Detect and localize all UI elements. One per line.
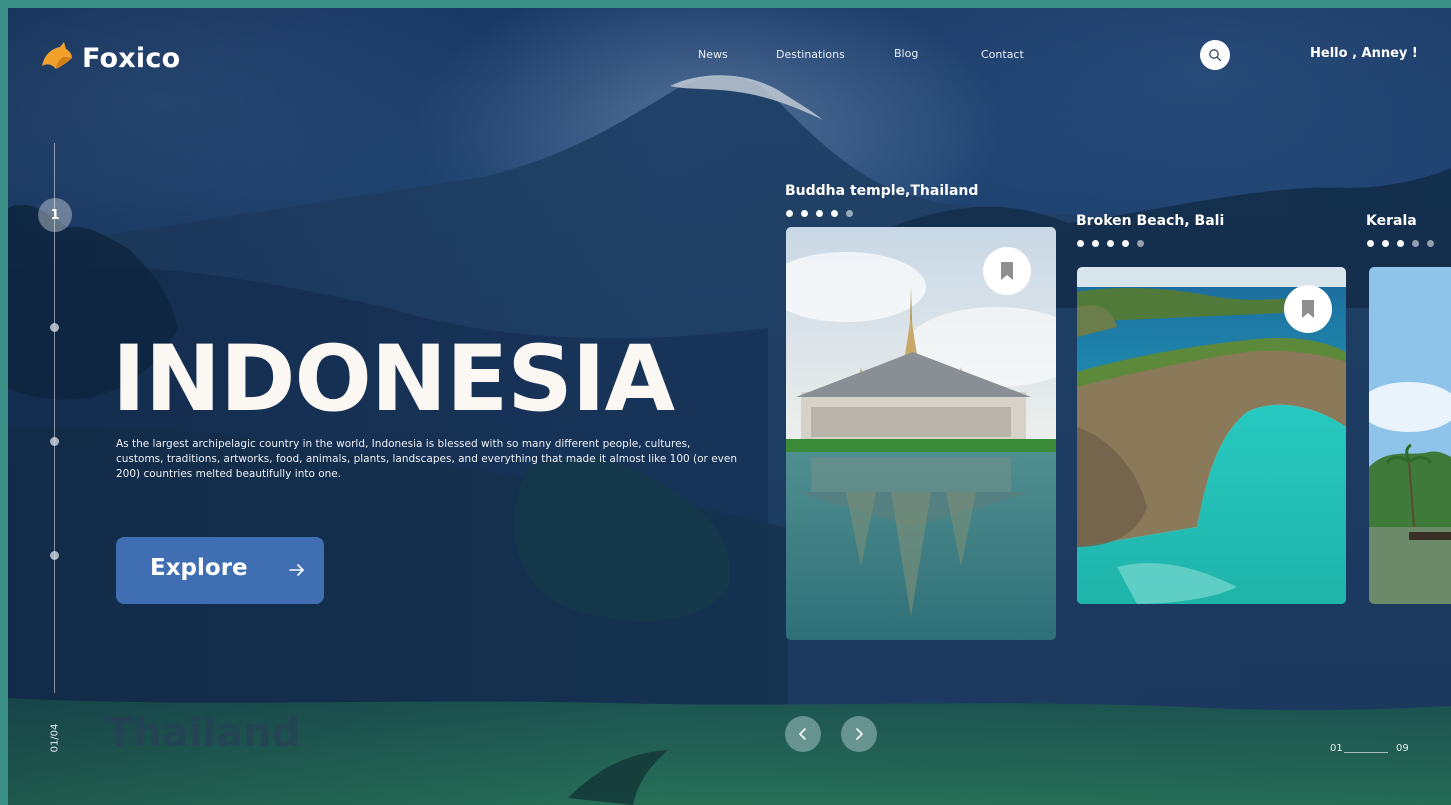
card-title: Buddha temple,Thailand [785, 183, 979, 199]
nav-item-destinations[interactable]: Destinations [776, 48, 845, 61]
fox-logo-icon [42, 42, 72, 69]
slider-step-active[interactable]: 1 [38, 198, 72, 232]
rating-dots [786, 210, 853, 217]
destination-card-bali[interactable] [1077, 267, 1346, 604]
pager-start: 01 [1330, 743, 1343, 754]
pager-end: 09 [1396, 743, 1409, 754]
bookmark-icon [1302, 300, 1314, 318]
arrow-right-icon [289, 564, 304, 576]
hero-section: Foxico News Destinations Blog Contact He… [8, 8, 1451, 805]
hero-description: As the largest archipelagic country in t… [116, 438, 737, 480]
chevron-right-icon [856, 728, 863, 740]
rating-dot [1367, 240, 1374, 247]
brand-logo[interactable]: Foxico [38, 40, 180, 76]
bookmark-icon [1001, 262, 1013, 280]
slide-counter: 01/04 [49, 723, 61, 753]
rating-dot [816, 210, 823, 217]
rating-dot [786, 210, 793, 217]
rating-dot [1412, 240, 1419, 247]
nav-item-news[interactable]: News [698, 48, 728, 61]
bookmark-button[interactable] [983, 247, 1031, 295]
chevron-left-icon [799, 728, 806, 740]
kerala-photo [1369, 267, 1451, 604]
card-title: Broken Beach, Bali [1076, 213, 1225, 229]
prev-slide-button[interactable] [785, 716, 821, 752]
search-button[interactable] [1200, 40, 1230, 70]
card-title: Kerala [1366, 213, 1417, 229]
bookmark-button[interactable] [1284, 285, 1332, 333]
nav-item-contact[interactable]: Contact [981, 48, 1024, 61]
pager-progress-line [1344, 752, 1388, 753]
rating-dot [831, 210, 838, 217]
rating-dot [1137, 240, 1144, 247]
nav-item-blog[interactable]: Blog [894, 47, 918, 60]
slider-step-dot[interactable] [50, 437, 59, 446]
slider-step-dot[interactable] [50, 323, 59, 332]
search-icon [1209, 49, 1222, 62]
destination-card-thailand[interactable] [786, 227, 1056, 640]
rating-dot [846, 210, 853, 217]
hero-title: INDONESIA [112, 327, 675, 432]
explore-button[interactable]: Explore [116, 537, 324, 604]
rating-dots [1367, 240, 1434, 247]
brand-name: Foxico [82, 42, 181, 74]
rating-dot [1397, 240, 1404, 247]
rating-dot [801, 210, 808, 217]
explore-label: Explore [150, 555, 248, 581]
destination-card-kerala[interactable] [1369, 267, 1451, 604]
rating-dot [1382, 240, 1389, 247]
slider-step-dot[interactable] [50, 551, 59, 560]
user-greeting[interactable]: Hello , Anney ! [1310, 46, 1418, 61]
next-slide-button[interactable] [841, 716, 877, 752]
rating-dot [1427, 240, 1434, 247]
rating-dot [1122, 240, 1129, 247]
rating-dot [1092, 240, 1099, 247]
rating-dot [1077, 240, 1084, 247]
next-destination-title: Thailand [106, 710, 301, 756]
rating-dots [1077, 240, 1144, 247]
rating-dot [1107, 240, 1114, 247]
